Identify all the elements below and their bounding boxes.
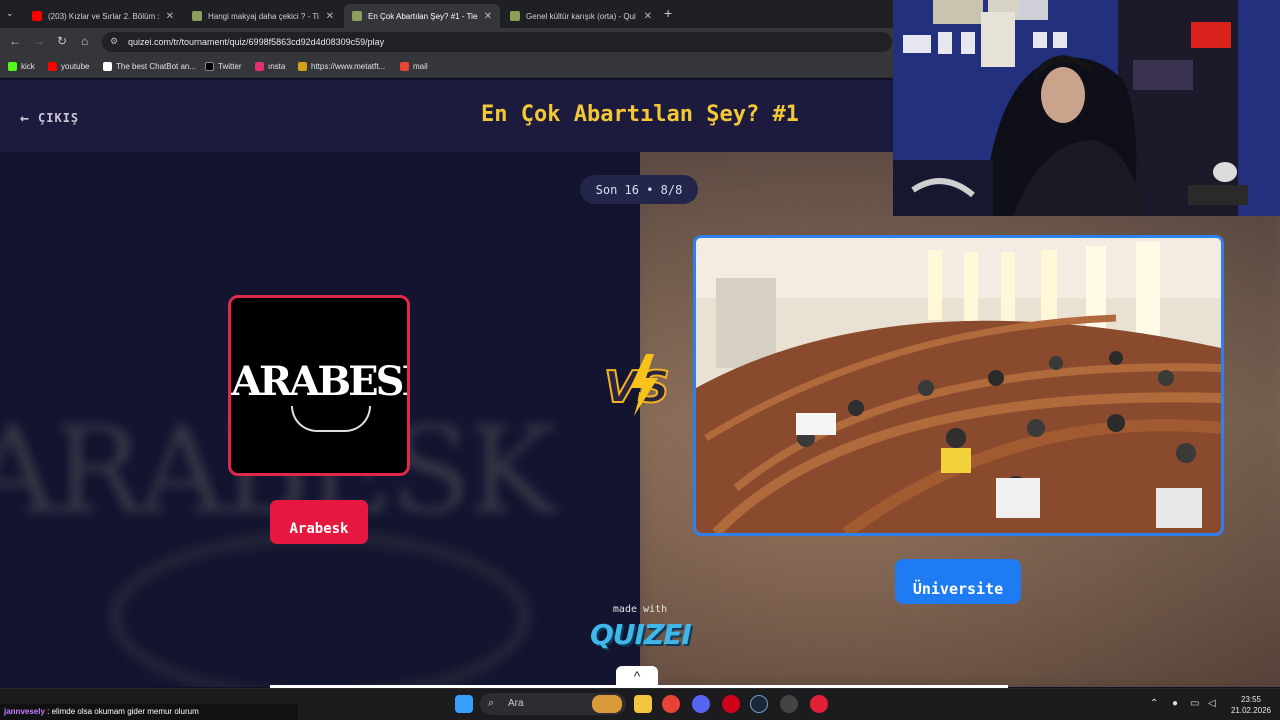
webcam-overlay: [893, 0, 1280, 216]
tab-title: Hangi makyaj daha çekici ? - Ti: [208, 11, 319, 21]
x-twitter-icon: [205, 62, 214, 71]
close-tab-icon[interactable]: ✕: [484, 11, 492, 22]
browser-tab-3-active[interactable]: En Çok Abartılan Şey? #1 - Tier ✕: [344, 4, 500, 28]
chat-username: jannvesely: [4, 707, 45, 716]
clock-time: 23:55: [1240, 695, 1262, 704]
bookmark-label: Twitter: [218, 62, 242, 71]
windows-start-icon[interactable]: [455, 695, 473, 713]
bookmark-mail[interactable]: mail: [400, 62, 428, 71]
chrome-icon[interactable]: [662, 695, 680, 713]
right-option-image[interactable]: [693, 235, 1224, 536]
close-tab-icon[interactable]: ✕: [166, 11, 174, 22]
browser-tab-1[interactable]: (203) Kızlar ve Sırlar 2. Bölüm : ✕: [24, 4, 182, 28]
close-tab-icon[interactable]: ✕: [644, 11, 652, 22]
site-info-icon[interactable]: ⚙: [110, 36, 118, 47]
vs-icon: VS: [603, 354, 671, 416]
search-highlight-icon: [592, 695, 622, 713]
kick-icon: [8, 62, 17, 71]
arrow-left-icon: ←: [20, 109, 31, 127]
bookmark-label: youtube: [61, 62, 90, 71]
tab-title: En Çok Abartılan Şey? #1 - Tier: [368, 11, 478, 21]
made-with-label: made with: [612, 604, 668, 615]
gmail-icon: [400, 62, 409, 71]
home-icon[interactable]: ⌂: [81, 34, 88, 48]
tab-title: (203) Kızlar ve Sırlar 2. Bölüm :: [48, 11, 160, 21]
youtube-icon: [32, 11, 42, 21]
clock-date: 21.02.2026: [1230, 706, 1272, 715]
discord-icon[interactable]: [692, 695, 710, 713]
search-placeholder: Ara: [508, 698, 524, 709]
exit-label: ÇIKIŞ: [38, 111, 80, 125]
reload-icon[interactable]: ↻: [57, 34, 67, 48]
exit-button[interactable]: ← ÇIKIŞ: [20, 109, 79, 127]
quizei-favicon-icon: [352, 11, 362, 21]
steam-icon[interactable]: [750, 695, 768, 713]
bookmark-label: https://www.metatft...: [311, 62, 386, 71]
bookmark-label: kick: [21, 62, 35, 71]
metatft-icon: [298, 62, 307, 71]
bookmark-label: mail: [413, 62, 428, 71]
bookmark-kick[interactable]: kick: [8, 62, 35, 71]
quizei-favicon-icon: [510, 11, 520, 21]
arabesk-logo-text: ARABESK: [231, 358, 407, 405]
opera-icon[interactable]: [722, 695, 740, 713]
back-icon[interactable]: ←: [9, 34, 21, 48]
bookmark-metatft[interactable]: https://www.metatft...: [298, 62, 385, 71]
bookmark-label: ınsta: [268, 62, 286, 71]
microphone-icon[interactable]: ●: [1172, 698, 1178, 709]
bookmark-twitter[interactable]: Twitter: [205, 62, 242, 71]
left-option-image[interactable]: ARABESK: [228, 295, 410, 476]
chatbot-icon: [103, 62, 112, 71]
quizei-favicon-icon: [192, 11, 202, 21]
media-player-icon[interactable]: [810, 695, 828, 713]
new-tab-button[interactable]: +: [664, 5, 672, 21]
system-clock[interactable]: 23:55 21.02.2026: [1226, 694, 1276, 716]
chat-text: : elimde olsa okumam gider memur olurum: [47, 707, 199, 716]
search-icon: ⌕: [488, 697, 495, 709]
bookmark-insta[interactable]: ınsta: [255, 62, 285, 71]
chevron-up-icon[interactable]: ⌃: [1150, 698, 1158, 709]
flourish-decoration: [291, 406, 371, 432]
url-field[interactable]: quizei.com/tr/tournament/quiz/6998f5863c…: [102, 32, 892, 52]
round-indicator: Son 16 • 8/8: [580, 175, 698, 204]
quiz-title: En Çok Abartılan Şey? #1: [481, 102, 799, 127]
bookmark-youtube[interactable]: youtube: [48, 62, 89, 71]
streamer-camera-feed: [893, 0, 1280, 216]
close-tab-icon[interactable]: ✕: [326, 11, 334, 22]
swirl-decoration: [110, 532, 530, 687]
browser-tab-4[interactable]: Genel kültür karışık (orta) - Qui ✕: [502, 4, 660, 28]
bookmark-label: The best ChatBot an...: [116, 62, 197, 71]
bookmark-chatbot[interactable]: The best ChatBot an...: [103, 62, 196, 71]
network-icon[interactable]: ▭: [1190, 698, 1199, 709]
youtube-icon: [48, 62, 57, 71]
tab-search-icon[interactable]: ⌄: [6, 8, 14, 19]
volume-icon[interactable]: ◁: [1208, 698, 1216, 709]
forward-icon[interactable]: →: [33, 34, 45, 48]
browser-tab-2[interactable]: Hangi makyaj daha çekici ? - Ti ✕: [184, 4, 342, 28]
right-option-button[interactable]: Üniversite: [895, 559, 1021, 604]
file-explorer-icon[interactable]: [634, 695, 652, 713]
chevron-up-icon: ^: [633, 668, 641, 684]
quizei-logo[interactable]: QUIZEI: [590, 618, 692, 651]
app-icon[interactable]: [780, 695, 798, 713]
lecture-hall-photo: [696, 238, 1221, 533]
tab-title: Genel kültür karışık (orta) - Qui: [526, 11, 636, 21]
instagram-icon: [255, 62, 264, 71]
stream-chat-message: jannvesely : elimde olsa okumam gider me…: [0, 704, 298, 720]
left-option-button[interactable]: Arabesk: [270, 500, 368, 544]
